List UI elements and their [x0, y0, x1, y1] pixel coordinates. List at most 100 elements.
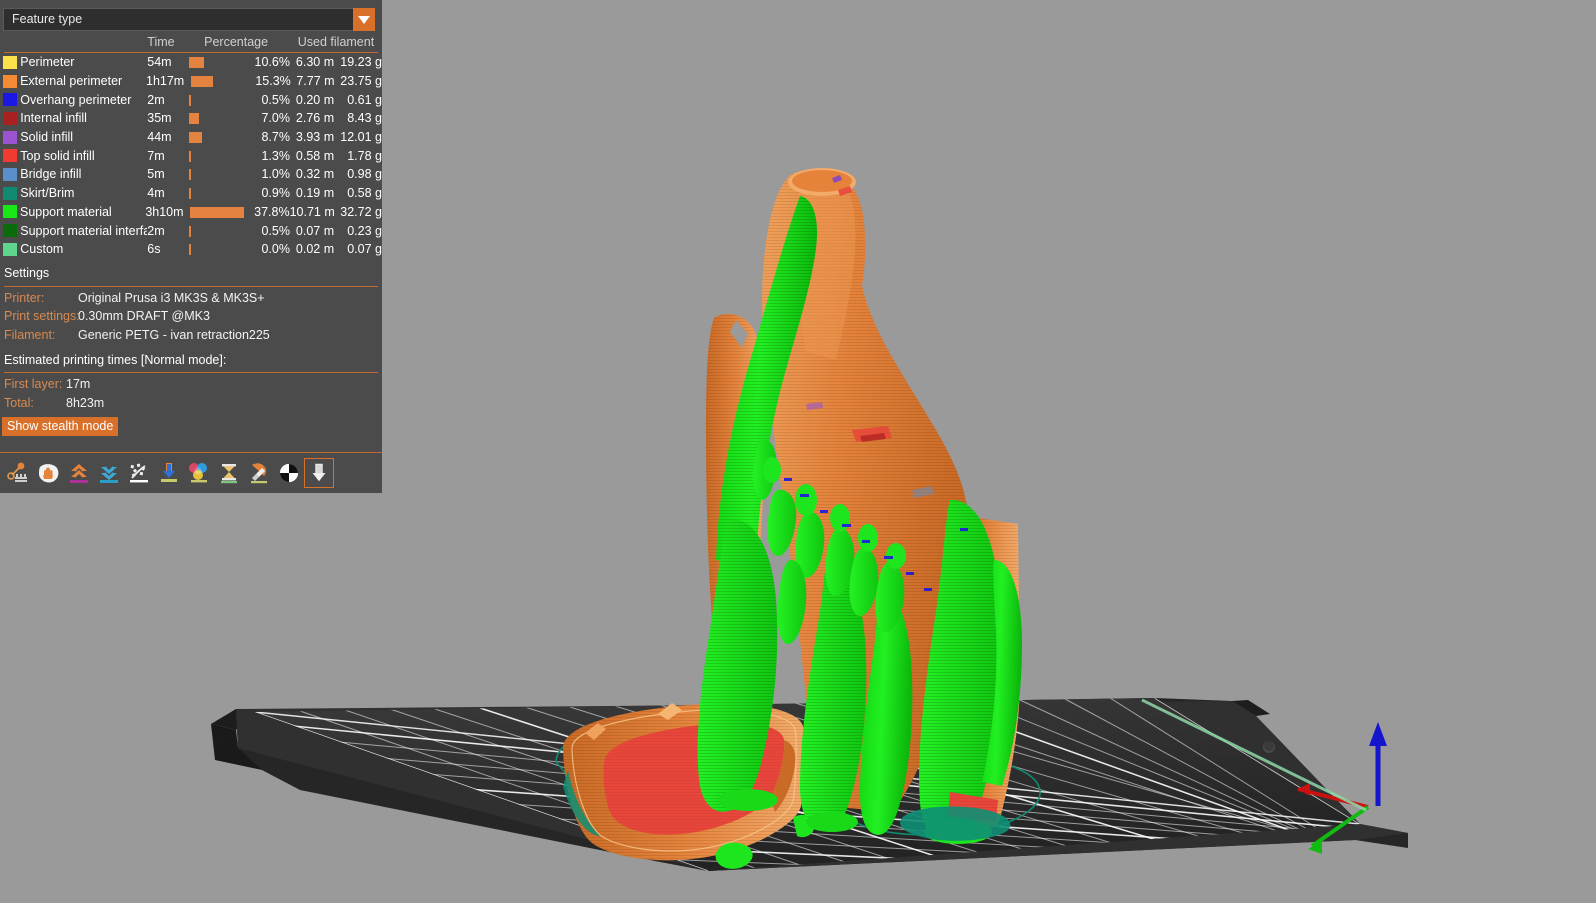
legend-row[interactable]: Internal infill 35m 7.0% 2.76 m 8.43 g	[0, 109, 382, 128]
settings-divider	[4, 286, 378, 287]
feature-percentage-bar	[182, 222, 251, 240]
feature-time: 2m	[147, 92, 165, 107]
feature-time: 35m	[147, 111, 172, 126]
feature-time: 5m	[147, 167, 165, 182]
printer-label: Printer:	[4, 291, 45, 305]
feature-percentage-value: 0.5%	[261, 223, 290, 238]
feature-percentage-bar	[182, 147, 251, 165]
feature-time: 1h17m	[146, 74, 185, 89]
legend-row[interactable]: Overhang perimeter 2m 0.5% 0.20 m 0.61 g	[0, 90, 382, 109]
toolbar-divider	[0, 452, 382, 453]
first-layer-row: First layer: 17m	[4, 377, 90, 391]
legend-row[interactable]: External perimeter 1h17m 15.3% 7.77 m 23.75 …	[0, 72, 382, 91]
legend-row[interactable]: Support material interface2m 0.5% 0.07 m 0.…	[0, 221, 382, 240]
feature-color-swatch	[0, 167, 20, 181]
feature-color-swatch	[0, 55, 20, 69]
estimated-times-heading: Estimated printing times [Normal mode]:	[4, 353, 227, 367]
feature-name: Custom	[20, 242, 64, 257]
feature-percentage-value: 0.0%	[261, 242, 290, 257]
feature-color-swatch	[0, 74, 20, 88]
feature-name: Skirt/Brim	[20, 186, 75, 201]
legend-row[interactable]: Support material 3h10m 37.8% 10.71 m 32.72 g	[0, 203, 382, 222]
feature-name: Overhang perimeter	[20, 92, 132, 107]
feature-filament-weight: 0.07 g	[347, 242, 382, 257]
feature-name: Top solid infill	[20, 148, 95, 163]
print-settings-value: 0.30mm DRAFT @MK3	[78, 309, 210, 323]
shells-icon[interactable]	[244, 458, 274, 488]
legend-row[interactable]: Perimeter 54m 10.6% 6.30 m 19.23 g	[0, 53, 382, 72]
feature-filament-length: 6.30 m	[295, 55, 335, 70]
feature-time: 4m	[147, 186, 165, 201]
feature-filament-length: 0.07 m	[295, 223, 335, 238]
legend-row[interactable]: Bridge infill 5m 1.0% 0.32 m 0.98 g	[0, 165, 382, 184]
chevron-down-icon[interactable]	[353, 8, 375, 31]
color-changes-icon[interactable]	[154, 458, 184, 488]
feature-time: 44m	[147, 130, 172, 145]
feature-percentage-bar	[182, 128, 251, 146]
estimated-times-divider	[4, 372, 378, 373]
tool-marker-icon[interactable]	[274, 458, 304, 488]
feature-filament-length: 0.19 m	[295, 186, 335, 201]
feature-legend-table: Time Percentage Used filament Perimeter 5…	[0, 33, 382, 259]
feature-name: Support material	[19, 204, 112, 219]
deretractions-icon[interactable]	[64, 458, 94, 488]
legend-row[interactable]: Skirt/Brim 4m 0.9% 0.19 m 0.58 g	[0, 184, 382, 203]
feature-time: 6s	[147, 242, 161, 257]
feature-color-swatch	[0, 224, 20, 238]
feature-percentage-value: 0.9%	[261, 186, 290, 201]
print-settings-row: Print settings: 0.30mm DRAFT @MK3	[4, 309, 210, 323]
feature-filament-weight: 12.01 g	[340, 130, 382, 145]
legend-table-header: Time Percentage Used filament	[0, 33, 382, 52]
custom-gcodes-icon[interactable]	[214, 458, 244, 488]
filament-value: Generic PETG - ivan retraction225	[78, 328, 270, 342]
pause-prints-icon[interactable]	[184, 458, 214, 488]
total-time-value: 8h23m	[66, 396, 105, 410]
feature-color-swatch	[0, 93, 20, 107]
feature-name: Perimeter	[20, 55, 75, 70]
feature-filament-length: 0.02 m	[295, 242, 335, 257]
feature-percentage-bar	[182, 165, 251, 183]
feature-filament-weight: 0.58 g	[347, 186, 382, 201]
legend-row[interactable]: Custom 6s 0.0% 0.02 m 0.07 g	[0, 240, 382, 259]
seams-icon[interactable]	[94, 458, 124, 488]
feature-color-swatch	[0, 111, 20, 125]
feature-percentage-value: 7.0%	[261, 111, 290, 126]
view-type-combobox[interactable]: Feature type	[3, 8, 375, 31]
feature-percentage-bar	[182, 109, 251, 127]
feature-filament-weight: 0.98 g	[347, 167, 382, 182]
feature-name: Bridge infill	[20, 167, 82, 182]
legend-toggle-icon[interactable]	[304, 457, 334, 488]
feature-filament-weight: 32.72 g	[340, 204, 382, 219]
feature-time: 2m	[147, 223, 165, 238]
feature-color-swatch	[0, 149, 20, 163]
retractions-icon[interactable]	[34, 458, 64, 488]
feature-percentage-bar	[183, 203, 251, 221]
legend-row[interactable]: Solid infill 44m 8.7% 3.93 m 12.01 g	[0, 128, 382, 147]
column-header-percentage: Percentage	[204, 35, 269, 49]
feature-color-swatch	[0, 130, 20, 144]
feature-filament-weight: 0.61 g	[347, 92, 382, 107]
filament-label: Filament:	[4, 328, 56, 342]
show-stealth-mode-button[interactable]: Show stealth mode	[2, 417, 119, 436]
feature-percentage-bar	[182, 240, 251, 258]
feature-percentage-bar	[182, 91, 251, 109]
feature-time: 3h10m	[145, 204, 184, 219]
feature-filament-weight: 0.23 g	[347, 223, 382, 238]
first-layer-value: 17m	[66, 377, 91, 391]
legend-row[interactable]: Top solid infill 7m 1.3% 0.58 m 1.78 g	[0, 146, 382, 165]
feature-filament-length: 7.77 m	[296, 74, 335, 89]
feature-color-swatch	[0, 205, 20, 219]
feature-percentage-bar	[182, 53, 251, 71]
settings-heading: Settings	[4, 266, 50, 280]
feature-time: 54m	[147, 55, 172, 70]
feature-percentage-bar	[182, 184, 251, 202]
tool-changes-icon[interactable]	[124, 458, 154, 488]
feature-percentage-value: 0.5%	[261, 92, 290, 107]
total-time-row: Total: 8h23m	[4, 396, 104, 410]
preview-options-toolbar	[0, 452, 382, 493]
view-type-value[interactable]: Feature type	[3, 8, 353, 31]
travel-icon[interactable]	[4, 458, 34, 488]
first-layer-label: First layer:	[4, 377, 63, 391]
feature-percentage-value: 37.8%	[254, 204, 290, 219]
feature-percentage-value: 1.3%	[261, 148, 290, 163]
